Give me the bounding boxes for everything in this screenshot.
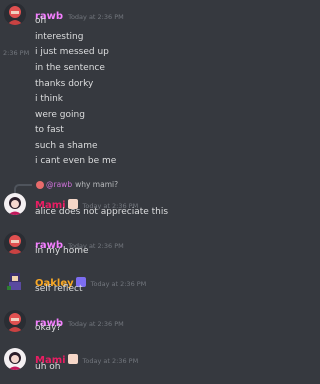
reply-text: why mami? [75,180,119,189]
message-line: uh oh [35,362,61,372]
chat-message-list: rawb Today at 2:36 PM oh interesting 2:36… [0,0,303,384]
reply-preview[interactable]: @rawb why mami? [36,180,118,189]
avatar-rawb[interactable] [4,310,26,332]
message-line: i think [35,94,64,104]
message-line: okay? [35,323,62,333]
message-timestamp: Today at 2:36 PM [90,280,147,288]
avatar-rawb[interactable] [4,232,26,254]
avatar-rawb[interactable] [4,3,26,25]
message-line: in the sentence [35,63,105,73]
message-header: rawb Today at 2:36 PM [35,4,124,23]
message-line: alice does not appreciate this [35,207,169,217]
hover-timestamp: 2:36 PM [3,49,30,57]
message-line: i just messed up [35,47,109,57]
message-line: interesting [35,32,84,42]
message-line: in my home [35,246,89,256]
message-line: such a shame [35,141,98,151]
reply-author[interactable]: @rawb [46,180,72,189]
message-line: to fast [35,125,64,135]
avatar-oakley[interactable] [4,270,26,292]
message-timestamp: Today at 2:36 PM [82,357,139,365]
message-line: thanks dorky [35,79,94,89]
message-line: were going [35,110,85,120]
avatar-mami[interactable] [4,193,26,215]
message-line: self reflect [35,284,83,294]
message-timestamp: Today at 2:36 PM [68,13,124,21]
role-badge-icon [67,353,78,364]
message-timestamp: Today at 2:36 PM [68,320,124,328]
reply-avatar [36,181,44,189]
message-line: oh [35,16,47,26]
message-line: i cant even be me [35,156,117,166]
avatar-mami[interactable] [4,348,26,370]
